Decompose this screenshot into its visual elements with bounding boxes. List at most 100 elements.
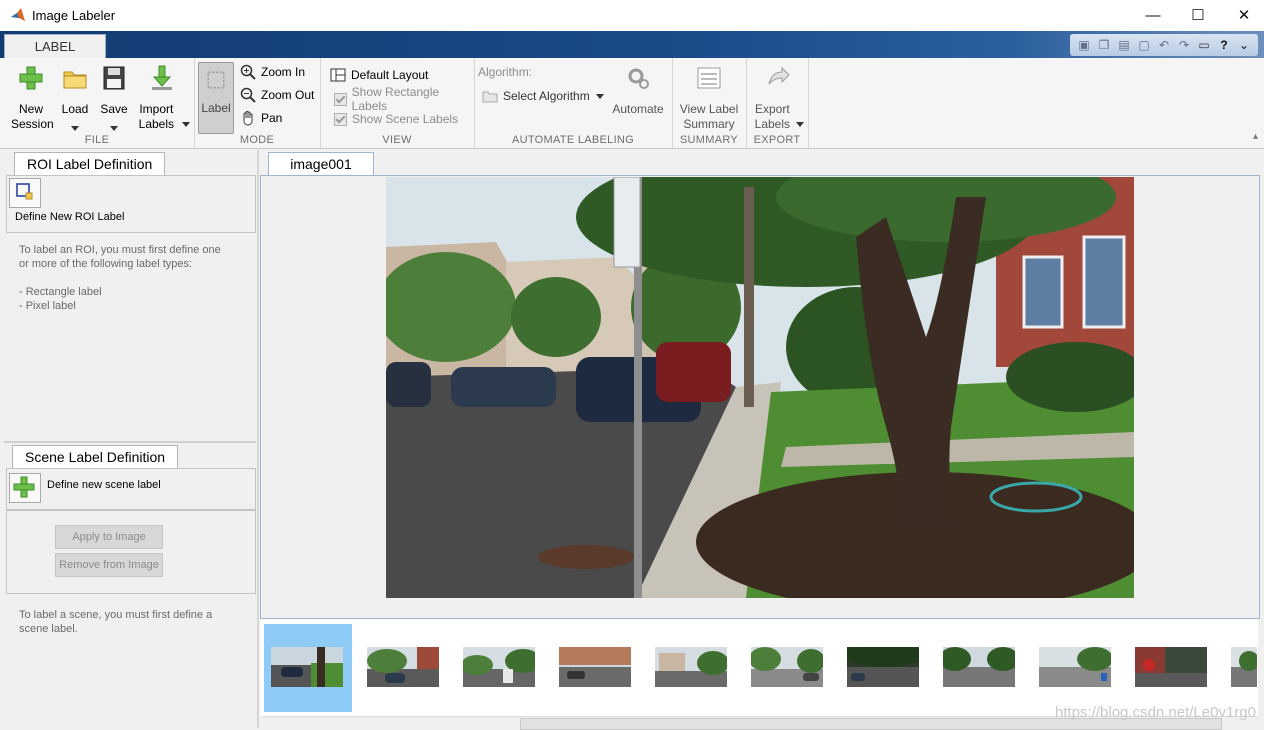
folder-icon	[63, 71, 87, 89]
load-button[interactable]: Load	[56, 62, 94, 136]
thumbnail[interactable]	[367, 647, 439, 687]
thumbnail[interactable]	[847, 647, 919, 687]
undo-icon[interactable]: ↶	[1156, 37, 1172, 53]
automate-button[interactable]: Automate	[606, 62, 670, 117]
zoom-out-button[interactable]: Zoom Out	[240, 85, 314, 105]
plus-icon	[19, 66, 43, 90]
thumbnail[interactable]	[655, 647, 727, 687]
import-arrow-icon	[152, 65, 172, 90]
window-icon[interactable]: ▭	[1196, 37, 1212, 53]
tab-label[interactable]: LABEL	[4, 34, 106, 60]
remove-from-image-button[interactable]: Remove from Image	[55, 553, 163, 577]
export-labels-label: Export Labels	[750, 102, 806, 132]
copy-icon[interactable]: ❐	[1096, 37, 1112, 53]
thumbnail[interactable]	[463, 647, 535, 687]
export-section-label: EXPORT	[753, 134, 801, 146]
load-label: Load	[61, 102, 89, 116]
checkbox-icon	[334, 112, 347, 126]
scene-actions-box: Apply to Image Remove from Image	[6, 510, 256, 594]
roi-hint-line-2: or more of the following label types:	[19, 258, 193, 270]
summary-section-label: SUMMARY	[679, 134, 739, 146]
show-rect-labels-checkbox[interactable]: Show Rectangle Labels	[334, 85, 474, 113]
summary-section: View Label Summary SUMMARY	[672, 58, 747, 148]
default-layout-button[interactable]: Default Layout	[330, 65, 428, 85]
export-dropdown-icon[interactable]	[795, 122, 804, 128]
new-session-button[interactable]: New Session	[6, 62, 56, 132]
title-bar: Image Labeler — ☐ ✕	[0, 0, 1264, 31]
minimize-button[interactable]: —	[1130, 0, 1176, 31]
close-button[interactable]: ✕	[1221, 0, 1264, 31]
watermark-text: https://blog.csdn.net/Le0v1rg0	[1055, 704, 1256, 721]
zoom-in-label: Zoom In	[261, 65, 306, 79]
mode-section-label: MODE	[239, 134, 275, 146]
hand-icon	[243, 111, 253, 126]
apply-to-image-button[interactable]: Apply to Image	[55, 525, 163, 549]
import-dropdown-icon[interactable]	[181, 122, 190, 128]
thumbnail[interactable]	[1231, 647, 1257, 687]
load-dropdown-icon[interactable]	[71, 126, 79, 132]
export-arrow-icon	[768, 66, 790, 85]
ribbon-tab-strip: LABEL ▣ ❐ ▤ ▢ ↶ ↷ ▭ ? ⌄	[0, 31, 1264, 60]
collapse-ribbon-icon[interactable]: ▴	[1253, 131, 1258, 142]
define-scene-box: Define new scene label	[6, 468, 256, 510]
label-mode-button[interactable]: Label	[198, 62, 234, 134]
pan-label: Pan	[261, 111, 283, 125]
save-label: Save	[100, 102, 128, 116]
roi-hint-line-1: To label an ROI, you must first define o…	[19, 244, 221, 256]
mode-section: Label Zoom In Zoom Out Pan MODE	[194, 58, 321, 148]
define-roi-label[interactable]: Define New ROI Label	[15, 211, 124, 223]
define-roi-box: Define New ROI Label	[6, 175, 256, 233]
street-scene-image[interactable]	[386, 177, 1134, 598]
select-algorithm-dropdown[interactable]: Select Algorithm	[482, 86, 604, 106]
new-session-label: New Session	[11, 102, 54, 131]
scene-label-panel: Scene Label Definition Define new scene …	[4, 443, 256, 728]
chevron-down-icon	[595, 93, 604, 99]
export-labels-button[interactable]: Export Labels	[750, 62, 806, 132]
save-icon[interactable]: ▣	[1076, 37, 1092, 53]
pan-button[interactable]: Pan	[240, 108, 282, 128]
street-scene-drawing	[386, 177, 1134, 598]
show-scene-labels-label: Show Scene Labels	[352, 112, 459, 126]
view-section: Default Layout Show Rectangle Labels Sho…	[320, 58, 475, 148]
folder-icon	[482, 91, 498, 103]
roi-type-pixel: - Pixel label	[19, 300, 76, 312]
save-dropdown-icon[interactable]	[110, 126, 118, 132]
define-scene-label[interactable]: Define new scene label	[47, 479, 161, 491]
paste-icon[interactable]: ▤	[1116, 37, 1132, 53]
scene-label-tab[interactable]: Scene Label Definition	[12, 445, 179, 468]
thumbnail[interactable]	[943, 647, 1015, 687]
zoom-out-label: Zoom Out	[261, 88, 315, 102]
export-section: Export Labels EXPORT	[746, 58, 809, 148]
thumbnail[interactable]	[559, 647, 631, 687]
chevron-down-icon[interactable]: ⌄	[1236, 37, 1252, 53]
show-scene-labels-checkbox[interactable]: Show Scene Labels	[334, 109, 458, 129]
import-labels-label: Import Labels	[134, 102, 190, 132]
image-tab[interactable]: image001	[268, 152, 374, 176]
scene-hint-line-1: To label a scene, you must first define …	[19, 609, 213, 621]
maximize-button[interactable]: ☐	[1175, 0, 1221, 31]
thumbnail[interactable]	[1135, 647, 1207, 687]
vertical-splitter[interactable]	[257, 150, 259, 728]
define-roi-button[interactable]	[9, 178, 41, 208]
gear-automation-icon	[628, 68, 649, 89]
view-section-label: VIEW	[382, 134, 412, 146]
cut-icon[interactable]: ▢	[1136, 37, 1152, 53]
thumbnail[interactable]	[751, 647, 823, 687]
matlab-logo-icon	[11, 8, 25, 21]
view-label-summary-button[interactable]: View Label Summary	[676, 62, 742, 132]
save-button[interactable]: Save	[96, 62, 132, 136]
roi-type-rectangle: - Rectangle label	[19, 286, 102, 298]
summary-chart-icon	[697, 67, 721, 89]
default-layout-label: Default Layout	[351, 68, 429, 82]
help-icon[interactable]: ?	[1216, 37, 1232, 53]
define-scene-button[interactable]	[9, 473, 41, 503]
view-label-summary-label: View Label Summary	[679, 102, 739, 131]
import-labels-button[interactable]: Import Labels	[134, 62, 190, 132]
thumbnail[interactable]	[271, 647, 343, 687]
add-roi-icon	[16, 183, 33, 200]
zoom-in-icon	[240, 64, 256, 80]
redo-icon[interactable]: ↷	[1176, 37, 1192, 53]
zoom-in-button[interactable]: Zoom In	[240, 62, 305, 82]
roi-label-tab[interactable]: ROI Label Definition	[14, 152, 166, 175]
thumbnail[interactable]	[1039, 647, 1111, 687]
